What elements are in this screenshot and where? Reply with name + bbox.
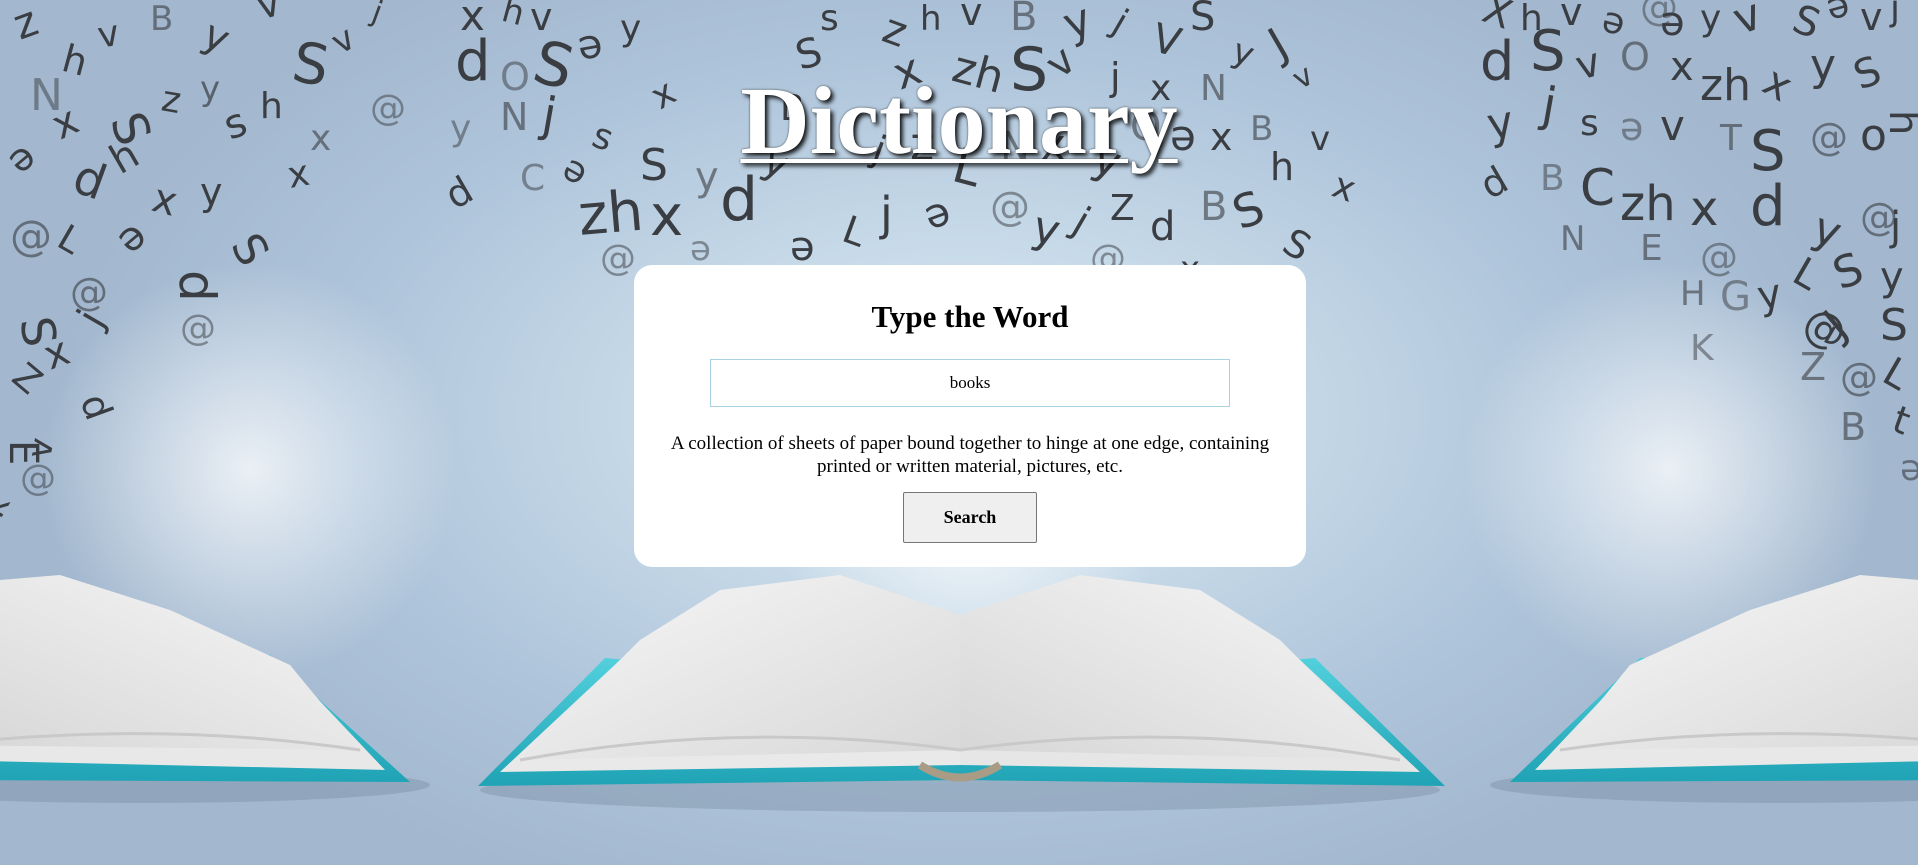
word-input[interactable] — [710, 359, 1230, 407]
search-card: Type the Word A collection of sheets of … — [634, 265, 1306, 567]
page-title: Dictionary — [740, 67, 1178, 174]
card-heading: Type the Word — [871, 299, 1069, 334]
definition-text: A collection of sheets of paper bound to… — [670, 433, 1270, 477]
search-button[interactable]: Search — [903, 492, 1037, 543]
